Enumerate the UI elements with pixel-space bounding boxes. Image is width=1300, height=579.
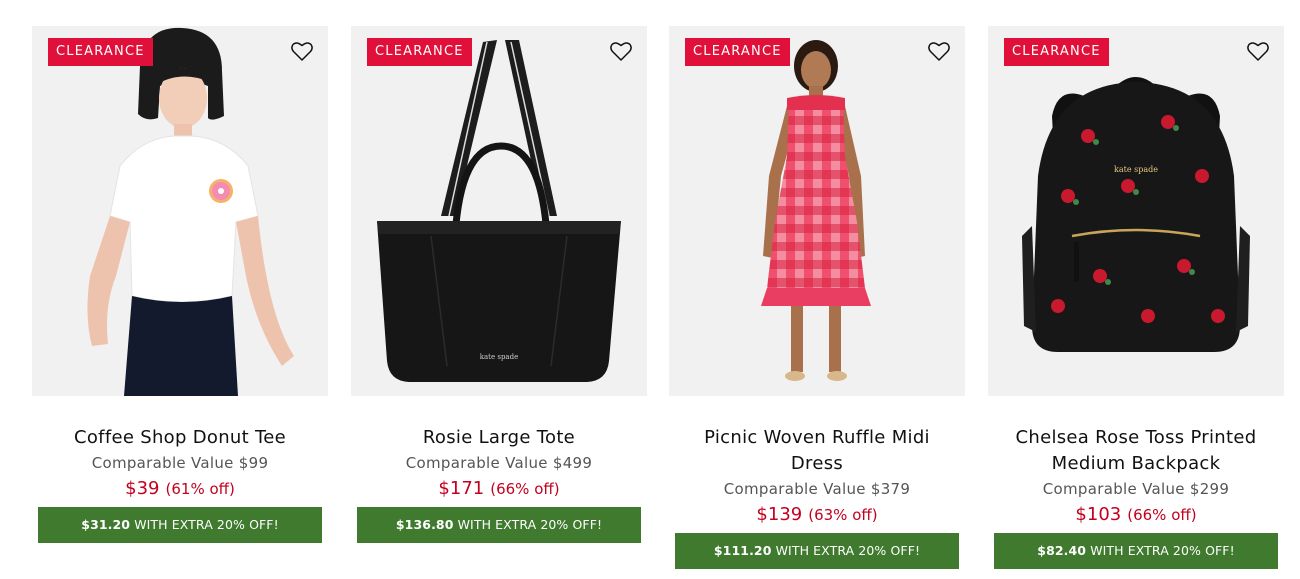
extra-discount-bar: $82.40 WITH EXTRA 20% OFF! [994, 533, 1278, 569]
extra-discount-price: $111.20 [713, 543, 772, 558]
sale-price: $139 [756, 504, 803, 525]
heart-outline-icon[interactable] [609, 39, 633, 63]
heart-outline-icon[interactable] [1246, 39, 1270, 63]
product-card[interactable]: kate spade CLEARANCE Rosie Large Tote Co… [351, 26, 647, 543]
backpack-photo: kate spade [988, 26, 1284, 396]
sale-price: $39 [125, 478, 160, 499]
svg-text:kate spade: kate spade [1114, 165, 1158, 174]
heart-outline-icon[interactable] [290, 39, 314, 63]
price-line: $39 (61% off) [32, 477, 328, 501]
svg-text:kate spade: kate spade [480, 353, 518, 361]
sale-price: $103 [1075, 504, 1122, 525]
product-card[interactable]: CLEARANCE Picnic Woven Ruffle Midi Dress… [669, 26, 965, 569]
discount-percent: (66% off) [490, 480, 560, 498]
product-name[interactable]: Coffee Shop Donut Tee [32, 425, 328, 451]
extra-discount-text: WITH EXTRA 20% OFF! [457, 517, 603, 532]
price-line: $171 (66% off) [351, 477, 647, 501]
product-image[interactable]: kate spade CLEARANCE [351, 26, 647, 396]
clearance-badge: CLEARANCE [367, 38, 472, 66]
extra-discount-bar: $31.20 WITH EXTRA 20% OFF! [38, 507, 322, 543]
product-card[interactable]: CLEARANCE Coffee Shop Donut Tee Comparab… [32, 26, 328, 543]
product-card[interactable]: kate spade CLEARANCE Chelsea Rose Toss P… [988, 26, 1284, 569]
discount-percent: (66% off) [1127, 506, 1197, 524]
comparable-value: Comparable Value $379 [723, 480, 911, 498]
product-name[interactable]: Picnic Woven Ruffle Midi Dress [669, 425, 965, 477]
extra-discount-price: $31.20 [81, 517, 131, 532]
sale-price: $171 [438, 478, 485, 499]
heart-outline-icon[interactable] [927, 39, 951, 63]
discount-percent: (61% off) [165, 480, 235, 498]
discount-percent: (63% off) [808, 506, 878, 524]
dress-photo [669, 26, 965, 396]
comparable-value: Comparable Value $99 [91, 454, 269, 472]
tote-photo: kate spade [351, 26, 647, 396]
extra-discount-price: $136.80 [395, 517, 454, 532]
price-line: $139 (63% off) [669, 503, 965, 527]
clearance-badge: CLEARANCE [1004, 38, 1109, 66]
extra-discount-price: $82.40 [1037, 543, 1087, 558]
product-name[interactable]: Chelsea Rose Toss Printed Medium Backpac… [988, 425, 1284, 477]
clearance-badge: CLEARANCE [48, 38, 153, 66]
product-name[interactable]: Rosie Large Tote [351, 425, 647, 451]
extra-discount-text: WITH EXTRA 20% OFF! [775, 543, 921, 558]
extra-discount-text: WITH EXTRA 20% OFF! [134, 517, 279, 532]
tee-photo [32, 26, 328, 396]
extra-discount-bar: $136.80 WITH EXTRA 20% OFF! [357, 507, 641, 543]
extra-discount-text: WITH EXTRA 20% OFF! [1090, 543, 1235, 558]
price-line: $103 (66% off) [988, 503, 1284, 527]
product-image[interactable]: CLEARANCE [669, 26, 965, 396]
extra-discount-bar: $111.20 WITH EXTRA 20% OFF! [675, 533, 959, 569]
comparable-value: Comparable Value $499 [405, 454, 593, 472]
comparable-value: Comparable Value $299 [1042, 480, 1230, 498]
clearance-badge: CLEARANCE [685, 38, 790, 66]
product-image[interactable]: CLEARANCE [32, 26, 328, 396]
product-image[interactable]: kate spade CLEARANCE [988, 26, 1284, 396]
